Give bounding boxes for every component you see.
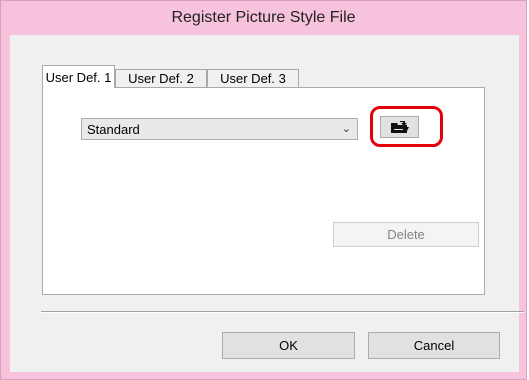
title-bar: Register Picture Style File (1, 1, 526, 35)
dialog-window: Register Picture Style File User Def. 1 … (0, 0, 527, 380)
open-file-icon (390, 121, 409, 133)
tab-panel: Standard ⌄ Delete (42, 87, 485, 295)
open-file-button[interactable] (380, 116, 419, 138)
tab-user-def-2[interactable]: User Def. 2 (115, 69, 207, 87)
tab-label: User Def. 2 (128, 71, 194, 86)
chevron-down-icon: ⌄ (341, 123, 351, 135)
tab-label: User Def. 1 (45, 69, 112, 85)
tab-label: User Def. 3 (220, 71, 286, 86)
tab-user-def-3[interactable]: User Def. 3 (207, 69, 299, 87)
separator (41, 311, 524, 313)
window-title: Register Picture Style File (171, 9, 356, 26)
cancel-button[interactable]: Cancel (368, 332, 500, 359)
dialog-client-area: User Def. 1 User Def. 2 User Def. 3 Stan… (10, 35, 524, 372)
delete-button[interactable]: Delete (333, 222, 479, 247)
selected-style: Standard (87, 121, 140, 137)
tab-user-def-1[interactable]: User Def. 1 (42, 65, 115, 88)
picture-style-select[interactable]: Standard ⌄ (81, 118, 358, 140)
ok-button[interactable]: OK (222, 332, 355, 359)
